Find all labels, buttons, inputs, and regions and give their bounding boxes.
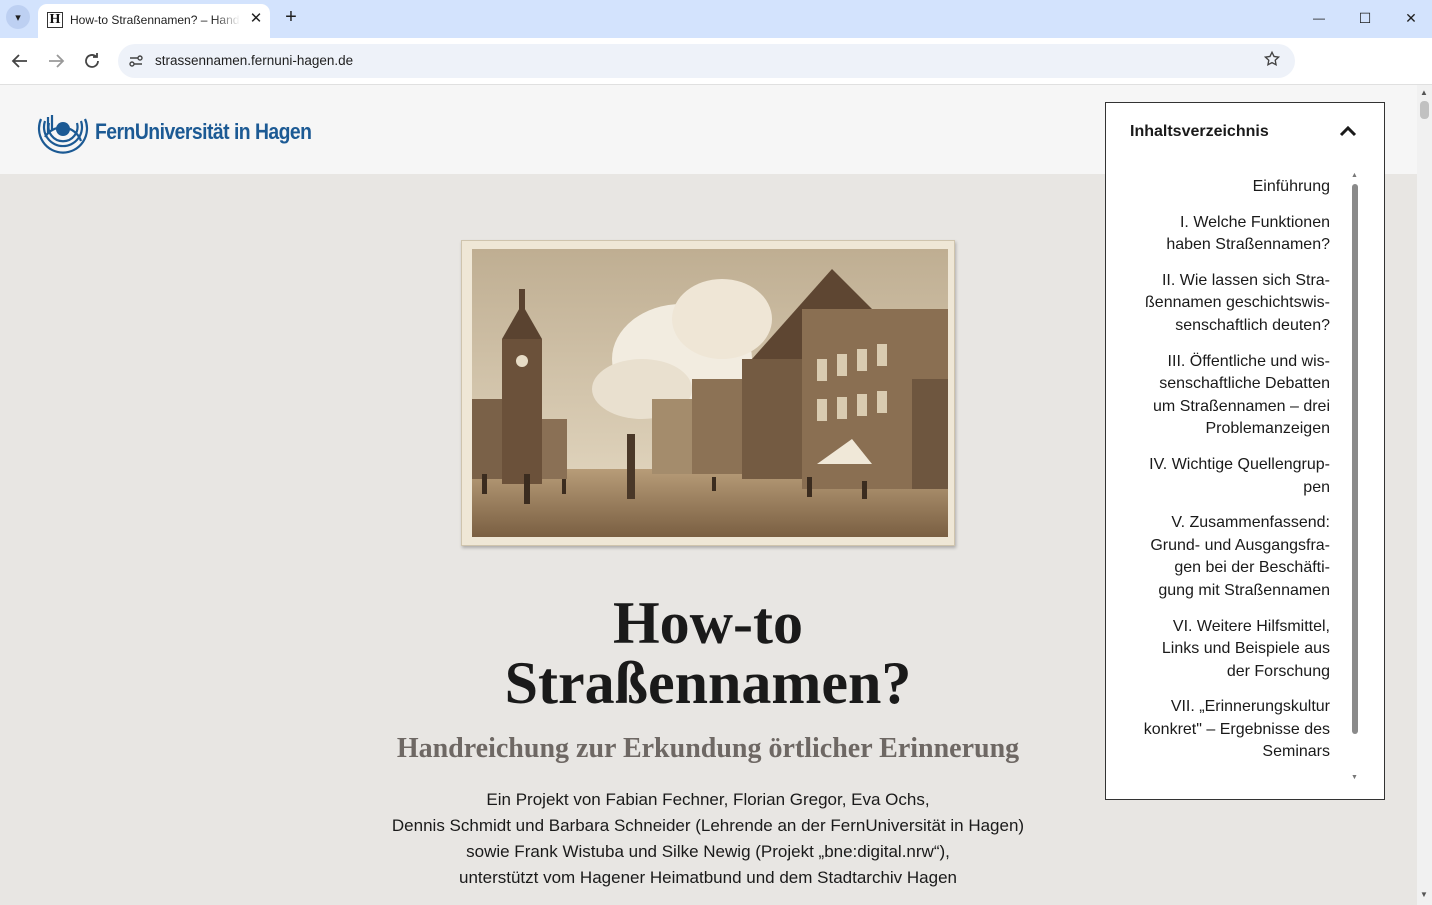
toc-item-line: VI. Weitere Hilfsmittel,	[1172, 617, 1330, 635]
toc-heading: Inhaltsverzeichnis	[1130, 123, 1269, 140]
web-page: FernUniversität in Hagen How-to Straßenn…	[0, 85, 1417, 905]
page-subtitle: Handreichung zur Erkundung örtlicher Eri…	[396, 733, 1020, 764]
toc-item-line: V. Zusammenfassend:	[1171, 514, 1330, 532]
toc-item-line: II. Wie lassen sich Stra-	[1161, 271, 1330, 289]
toc-scroll-thumb[interactable]	[1352, 184, 1358, 734]
page-title-line1: How-to	[613, 590, 803, 656]
scroll-up-arrow-icon[interactable]: ▲	[1420, 88, 1428, 97]
toc-item[interactable]: VII. „Erinnerungskultur konkret" – Ergebn…	[1126, 696, 1330, 764]
toc-item-line: ßennamen geschichtswis-	[1145, 294, 1330, 312]
credits-line: Dennis Schmidt und Barbara Schneider (Le…	[391, 816, 1025, 835]
toc-item-line: Problemanzeigen	[1205, 420, 1330, 438]
toc-item-line: haben Straßennamen?	[1166, 236, 1330, 254]
toc-item-line: Einführung	[1252, 178, 1330, 195]
page-title: How-to Straßennamen?	[358, 593, 1058, 713]
historic-street-image	[472, 249, 948, 537]
toc-item-line: Seminars	[1262, 743, 1330, 761]
toc-item-line: VII. „Erinnerungskultur	[1170, 698, 1330, 716]
historic-street-photo	[461, 240, 955, 546]
bookmark-star-icon[interactable]	[1263, 50, 1281, 73]
credits-line: unterstützt vom Hagener Heimatbund und d…	[459, 868, 957, 887]
browser-tab-active[interactable]: H How-to Straßennamen? – Handreichung ✕	[38, 4, 270, 38]
browser-toolbar: strassennamen.fernuni-hagen.de	[0, 38, 1432, 85]
forward-arrow-icon[interactable]	[44, 49, 68, 73]
toc-item[interactable]: II. Wie lassen sich Stra-ßennamen geschi…	[1126, 270, 1330, 338]
toc-item-line: gen bei der Beschäfti-	[1174, 559, 1330, 577]
tab-strip: ▾ H How-to Straßennamen? – Handreichung …	[0, 0, 1432, 38]
toc-item-line: Grund- und Ausgangsfra-	[1150, 536, 1330, 554]
site-info-icon[interactable]	[126, 51, 146, 71]
logo-text: FernUniversität in Hagen	[95, 119, 312, 144]
toc-scrollbar[interactable]: ▲ ▼	[1350, 172, 1360, 786]
page-scrollbar[interactable]: ▲ ▼	[1417, 85, 1432, 905]
table-of-contents: Inhaltsverzeichnis Einführung I. Welche F…	[1105, 102, 1385, 800]
toc-item-line: Links und Beispiele aus	[1161, 640, 1330, 658]
fernuni-logo[interactable]: FernUniversität in Hagen	[37, 109, 341, 155]
tab-search-button[interactable]: ▾	[6, 5, 30, 29]
back-arrow-icon[interactable]	[8, 49, 32, 73]
tab-close-icon[interactable]: ✕	[246, 9, 266, 29]
window-close-button[interactable]: ✕	[1396, 6, 1426, 30]
toc-item[interactable]: III. Öffentliche und wis-senschaftliche …	[1126, 351, 1330, 441]
tab-title: How-to Straßennamen? – Handreichung	[70, 13, 240, 27]
toc-item[interactable]: Einführung	[1126, 176, 1330, 199]
toc-item[interactable]: IV. Wichtige Quellengrup-pen	[1126, 454, 1330, 499]
toc-item-line: senschaftlich deuten?	[1175, 316, 1330, 334]
toc-item-line: III. Öffentliche und wis-	[1167, 352, 1330, 370]
project-credits: Ein Projekt von Fabian Fechner, Florian …	[358, 787, 1058, 891]
chevron-up-icon[interactable]	[1336, 119, 1360, 143]
toc-item[interactable]: I. Welche Funktionen haben Straßennamen?	[1126, 212, 1330, 257]
address-bar[interactable]: strassennamen.fernuni-hagen.de	[118, 44, 1295, 78]
toc-item[interactable]: V. Zusammenfassend: Grund- und Ausgangsfr…	[1126, 512, 1330, 602]
new-tab-button[interactable]: +	[280, 6, 302, 28]
toc-item-line: konkret" – Ergebnisse des	[1143, 720, 1330, 738]
scroll-up-arrow-icon[interactable]: ▲	[1351, 172, 1358, 179]
toc-item-line: IV. Wichtige Quellengrup-	[1149, 455, 1330, 473]
toc-item-line: senschaftliche Debatten	[1159, 375, 1330, 393]
toc-item-line: I. Welche Funktionen	[1179, 213, 1330, 231]
maximize-button[interactable]: ☐	[1350, 6, 1380, 30]
toc-item-line: um Straßennamen – drei	[1153, 397, 1330, 415]
scroll-down-arrow-icon[interactable]: ▼	[1351, 774, 1358, 781]
minimize-button[interactable]: —	[1304, 6, 1334, 30]
credits-line: Ein Projekt von Fabian Fechner, Florian …	[486, 790, 930, 809]
page-scroll-thumb[interactable]	[1420, 101, 1429, 119]
credits-line: sowie Frank Wistuba und Silke Newig (Pro…	[466, 842, 950, 861]
reload-icon[interactable]	[80, 49, 104, 73]
page-title-line2: Straßennamen?	[504, 650, 912, 716]
toc-list: Einführung I. Welche Funktionen haben Stra…	[1126, 176, 1330, 777]
toc-item[interactable]: VI. Weitere Hilfsmittel, Links und Beispi…	[1126, 616, 1330, 684]
url-text[interactable]: strassennamen.fernuni-hagen.de	[155, 53, 353, 68]
toc-item-line: gung mit Straßennamen	[1158, 581, 1330, 599]
toc-item-line: pen	[1303, 478, 1330, 496]
fernuni-logo-icon	[37, 115, 89, 154]
toc-item-line: der Forschung	[1226, 662, 1330, 680]
scroll-down-arrow-icon[interactable]: ▼	[1420, 890, 1428, 899]
site-favicon-icon: H	[47, 12, 63, 28]
